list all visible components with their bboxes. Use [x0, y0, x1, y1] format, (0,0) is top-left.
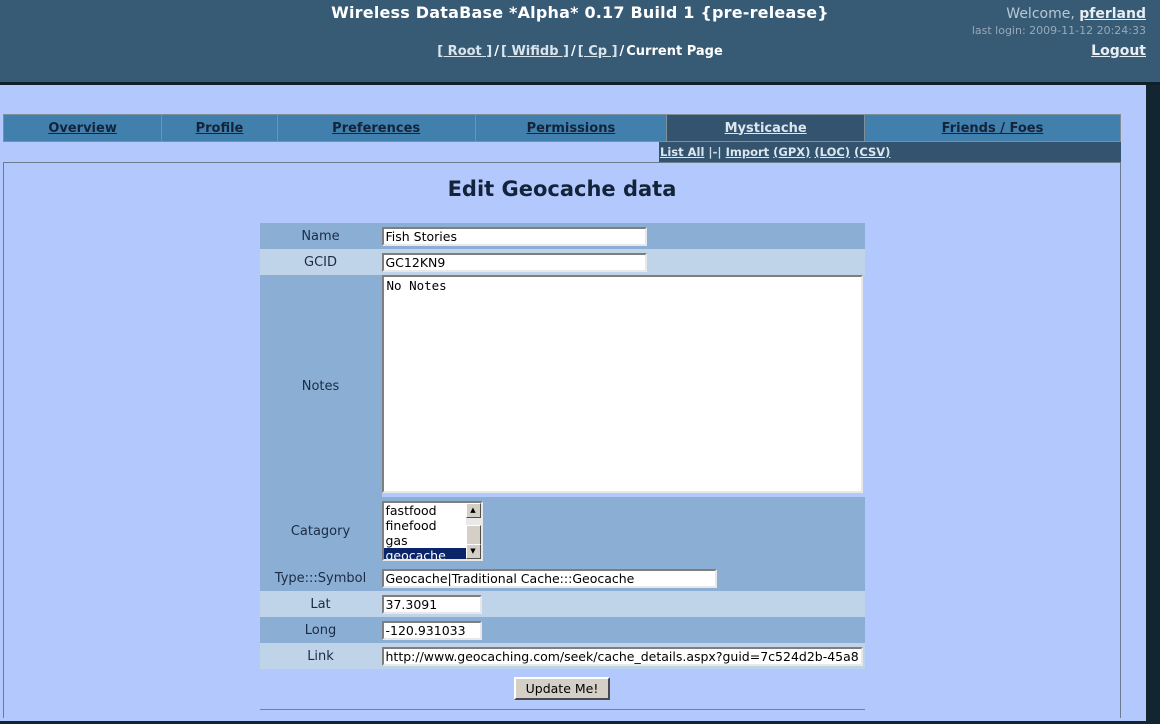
tab-permissions-label: Permissions: [526, 120, 616, 136]
tab-overview[interactable]: Overview: [3, 114, 162, 142]
welcome-line: Welcome, pferland: [972, 5, 1146, 24]
notes-field-cell: No Notes: [381, 275, 865, 497]
breadcrumb-sep-1: /: [494, 44, 499, 59]
type-symbol-input[interactable]: [381, 569, 717, 588]
form-row-type: Type:::Symbol: [259, 565, 865, 591]
breadcrumb-cp[interactable]: [ Cp ]: [578, 44, 618, 59]
form-row-long: Long: [259, 617, 865, 643]
form-row-category: Catagory fastfood finefood gas geocache …: [259, 497, 865, 565]
scroll-down-arrow-icon[interactable]: ▼: [465, 544, 481, 559]
breadcrumb-sep-2: /: [570, 44, 576, 59]
page-panel: Overview Profile Preferences Permissions…: [0, 85, 1146, 721]
gcid-input[interactable]: [381, 253, 647, 272]
breadcrumb-current: Current Page: [626, 44, 723, 59]
tab-profile[interactable]: Profile: [161, 114, 277, 142]
subnav-loc[interactable]: (LOC): [814, 145, 850, 159]
submit-row: Update Me!: [4, 677, 1120, 700]
breadcrumb-sep-3: /: [619, 44, 625, 59]
tab-friends-foes-label: Friends / Foes: [941, 120, 1044, 136]
lat-input[interactable]: [381, 595, 482, 614]
form-row-name: Name: [259, 223, 865, 249]
subnav-gpx[interactable]: (GPX): [773, 145, 810, 159]
notes-textarea[interactable]: No Notes: [381, 275, 863, 493]
lat-label: Lat: [259, 591, 382, 617]
link-field-cell: [381, 643, 865, 669]
tab-overview-label: Overview: [48, 120, 117, 136]
long-label: Long: [259, 617, 382, 643]
tab-preferences[interactable]: Preferences: [276, 114, 475, 142]
tab-mysticache[interactable]: Mysticache: [666, 114, 864, 142]
long-input[interactable]: [381, 621, 482, 640]
tab-mysticache-label: Mysticache: [724, 120, 807, 136]
form-row-gcid: GCID: [259, 249, 865, 275]
sub-nav-bar: List All |-| Import (GPX) (LOC) (CSV): [659, 142, 1121, 162]
long-field-cell: [381, 617, 865, 643]
subnav-divider: |-|: [708, 145, 722, 159]
breadcrumb-root[interactable]: [ Root ]: [437, 44, 492, 59]
top-banner: Wireless DataBase *Alpha* 0.17 Build 1 {…: [0, 0, 1160, 85]
tab-friends-foes[interactable]: Friends / Foes: [863, 114, 1121, 142]
link-label: Link: [259, 643, 382, 669]
category-listbox[interactable]: fastfood finefood gas geocache ▲ ▼: [381, 501, 483, 561]
tab-preferences-label: Preferences: [332, 120, 421, 136]
tab-profile-label: Profile: [195, 120, 244, 136]
name-field-cell: [381, 223, 865, 249]
link-input[interactable]: [381, 647, 863, 666]
username-link[interactable]: pferland: [1079, 6, 1146, 22]
scrollbar-thumb[interactable]: [465, 525, 481, 545]
name-label: Name: [259, 223, 382, 249]
lat-field-cell: [381, 591, 865, 617]
scroll-up-arrow-icon[interactable]: ▲: [465, 503, 481, 518]
breadcrumb-wifidb[interactable]: [ Wifidb ]: [501, 44, 569, 59]
listbox-scrollbar[interactable]: ▲ ▼: [465, 503, 481, 559]
category-label: Catagory: [259, 497, 382, 565]
category-field-cell: fastfood finefood gas geocache ▲ ▼: [381, 497, 865, 565]
form-row-link: Link: [259, 643, 865, 669]
tab-permissions[interactable]: Permissions: [474, 114, 667, 142]
update-me-button[interactable]: Update Me!: [513, 677, 611, 700]
form-row-lat: Lat: [259, 591, 865, 617]
form-row-notes: Notes No Notes: [259, 275, 865, 497]
page-outer: Overview Profile Preferences Permissions…: [0, 85, 1160, 721]
gcid-label: GCID: [259, 249, 382, 275]
type-field-cell: [381, 565, 865, 591]
subnav-csv[interactable]: (CSV): [854, 145, 890, 159]
notes-label: Notes: [259, 275, 382, 497]
edit-geocache-form: Name GCID Notes No Notes Catagory: [259, 223, 865, 669]
subnav-list-all[interactable]: List All: [660, 145, 704, 159]
welcome-prefix: Welcome,: [1006, 6, 1075, 22]
content-panel: Edit Geocache data Name GCID Notes No No…: [3, 162, 1121, 718]
last-login-text: last login: 2009-11-12 20:24:33: [971, 23, 1146, 37]
subnav-import[interactable]: Import: [726, 145, 770, 159]
breadcrumb: [ Root ] /[ Wifidb ] /[ Cp ] / Current Page: [0, 44, 1160, 59]
main-tab-bar: Overview Profile Preferences Permissions…: [3, 114, 1121, 142]
name-input[interactable]: [381, 227, 647, 246]
gcid-field-cell: [381, 249, 865, 275]
type-label: Type:::Symbol: [259, 565, 382, 591]
footer-divider: [259, 709, 865, 710]
page-title: Edit Geocache data: [447, 177, 677, 201]
